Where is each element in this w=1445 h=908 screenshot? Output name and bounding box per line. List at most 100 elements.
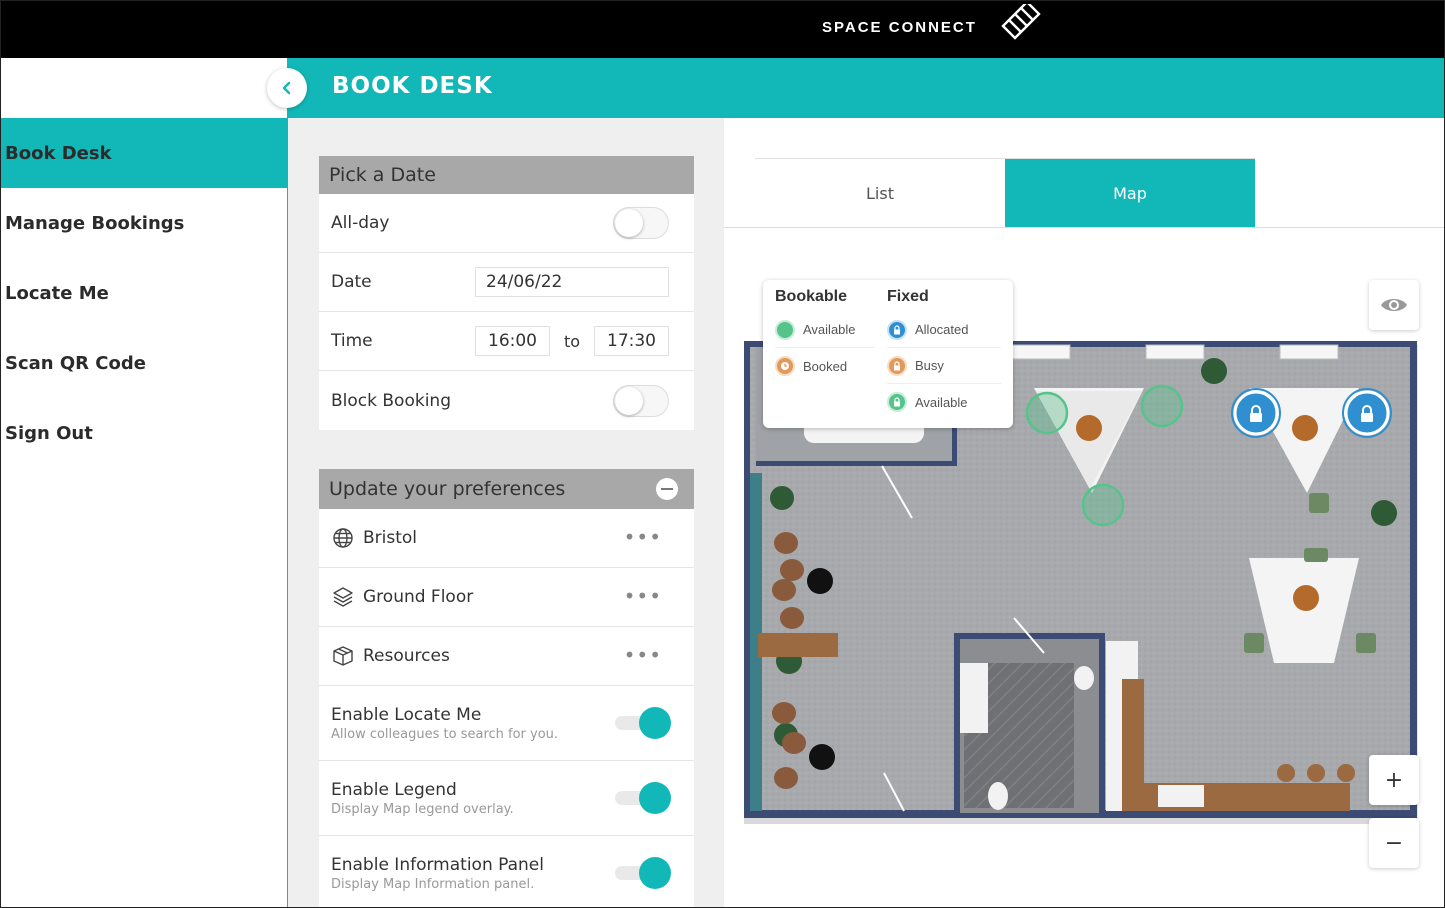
sidebar-collapse-button[interactable] <box>267 68 307 108</box>
floor-row[interactable]: Ground Floor ••• <box>319 568 694 627</box>
toggle-visibility-button[interactable] <box>1369 280 1419 330</box>
info-panel-toggle[interactable] <box>613 857 671 889</box>
date-label: Date <box>331 272 372 292</box>
lock-icon <box>887 355 907 376</box>
location-more-icon[interactable]: ••• <box>624 527 662 547</box>
sidebar-item-manage-bookings[interactable]: Manage Bookings <box>1 188 287 258</box>
legend-fixed-title: Fixed <box>887 288 929 305</box>
time-label: Time <box>331 331 373 351</box>
tab-map[interactable]: Map <box>1005 159 1255 228</box>
sidebar-item-label: Sign Out <box>5 422 93 444</box>
clock-icon <box>775 356 795 376</box>
eye-icon <box>1381 299 1407 311</box>
locate-me-description: Allow colleagues to search for you. <box>331 726 559 742</box>
date-input[interactable]: 24/06/22 <box>475 267 669 297</box>
zoom-out-button[interactable]: − <box>1369 818 1419 868</box>
floor-value: Ground Floor <box>363 587 474 607</box>
sidebar-item-label: Manage Bookings <box>5 212 185 234</box>
sidebar: Book Desk Manage Bookings Locate Me Scan… <box>1 58 288 907</box>
chevron-left-icon <box>282 81 291 95</box>
booking-form-column: Pick a Date All-day Date 24/06/22 Time 1… <box>288 118 724 907</box>
block-booking-row: Block Booking <box>319 371 694 430</box>
toggle-knob <box>615 386 643 415</box>
allday-toggle[interactable] <box>613 207 669 239</box>
legend-toggle[interactable] <box>613 782 671 814</box>
toggle-knob <box>639 782 671 814</box>
resources-row[interactable]: Resources ••• <box>319 627 694 686</box>
legend-fixed-busy: Busy <box>887 348 1001 384</box>
app-window: SPACE CONNECT Book Desk Manage Bookings … <box>0 0 1445 908</box>
sidebar-item-label: Book Desk <box>5 142 112 164</box>
block-booking-toggle[interactable] <box>613 384 669 417</box>
minus-icon: − <box>1384 830 1404 856</box>
legend-bookable: Bookable Available Booked <box>775 288 875 384</box>
start-time-input[interactable]: 16:00 <box>475 326 550 356</box>
legend-item-label: Booked <box>803 358 848 374</box>
legend-description: Display Map legend overlay. <box>331 801 514 817</box>
lock-icon <box>887 392 907 412</box>
preferences-card: Update your preferences Bristol ••• Grou… <box>319 469 694 907</box>
pick-date-card: Pick a Date All-day Date 24/06/22 Time 1… <box>319 156 694 430</box>
time-separator: to <box>564 331 581 351</box>
legend-bookable-available: Available <box>775 312 875 348</box>
toggle-knob <box>639 857 671 889</box>
legend-item-label: Available <box>803 322 856 337</box>
sidebar-item-sign-out[interactable]: Sign Out <box>1 398 287 468</box>
pick-date-title: Pick a Date <box>319 156 694 194</box>
legend-fixed-available: Available <box>887 384 1001 420</box>
legend-fixed-allocated: Allocated <box>887 312 1001 348</box>
tab-list[interactable]: List <box>755 159 1005 228</box>
legend-fixed: Fixed Allocated Busy Available <box>887 288 1001 420</box>
date-row: Date 24/06/22 <box>319 253 694 312</box>
sidebar-item-label: Locate Me <box>5 282 109 304</box>
locate-me-row: Enable Locate Me Allow colleagues to sea… <box>319 686 694 761</box>
globe-icon <box>331 526 355 550</box>
brand-name: SPACE CONNECT <box>822 19 977 36</box>
sidebar-item-locate-me[interactable]: Locate Me <box>1 258 287 328</box>
preferences-header: Update your preferences <box>319 469 694 509</box>
sidebar-item-scan-qr-code[interactable]: Scan QR Code <box>1 328 287 398</box>
time-row: Time 16:00 to 17:30 <box>319 312 694 371</box>
zoom-in-button[interactable]: + <box>1369 755 1419 805</box>
legend-item-label: Allocated <box>915 322 969 337</box>
box-icon <box>331 644 355 668</box>
end-time-input[interactable]: 17:30 <box>594 326 669 356</box>
tab-divider <box>724 227 1444 228</box>
locate-me-toggle[interactable] <box>613 707 671 739</box>
preferences-title: Update your preferences <box>329 478 566 500</box>
location-value: Bristol <box>363 528 418 548</box>
legend-bookable-booked: Booked <box>775 348 875 384</box>
resources-more-icon[interactable]: ••• <box>624 645 662 665</box>
sidebar-item-book-desk[interactable]: Book Desk <box>1 118 287 188</box>
map-legend: Bookable Available Booked Fixed Allocate… <box>763 280 1013 428</box>
plus-icon: + <box>1384 767 1404 793</box>
info-panel-row: Enable Information Panel Display Map Inf… <box>319 836 694 907</box>
legend-label: Enable Legend <box>331 779 457 800</box>
view-tabs: List Map <box>755 158 1255 228</box>
sidebar-item-label: Scan QR Code <box>5 352 146 374</box>
resources-value: Resources <box>363 646 450 666</box>
toggle-knob <box>639 707 671 739</box>
toggle-knob <box>615 209 643 237</box>
block-booking-label: Block Booking <box>331 390 451 411</box>
available-dot-icon <box>775 319 795 340</box>
page-title: BOOK DESK <box>332 73 493 99</box>
top-bar: SPACE CONNECT <box>1 1 1444 58</box>
allday-label: All-day <box>331 213 390 233</box>
allday-row: All-day <box>319 194 694 253</box>
legend-bookable-title: Bookable <box>775 288 848 305</box>
info-panel-description: Display Map Information panel. <box>331 877 535 892</box>
map-panel: List Map Bookable Available Booked Fixed… <box>724 118 1444 907</box>
location-row[interactable]: Bristol ••• <box>319 509 694 568</box>
legend-item-label: Busy <box>915 358 944 373</box>
page-header: BOOK DESK <box>288 58 1444 118</box>
brand-logo-icon <box>1001 4 1041 40</box>
floor-more-icon[interactable]: ••• <box>624 586 662 606</box>
lock-icon <box>887 319 907 340</box>
sidebar-nav: Book Desk Manage Bookings Locate Me Scan… <box>1 118 287 468</box>
legend-row: Enable Legend Display Map legend overlay… <box>319 761 694 836</box>
locate-me-label: Enable Locate Me <box>331 704 482 725</box>
collapse-preferences-button[interactable] <box>656 478 678 500</box>
layers-icon <box>331 585 355 609</box>
info-panel-label: Enable Information Panel <box>331 855 544 875</box>
